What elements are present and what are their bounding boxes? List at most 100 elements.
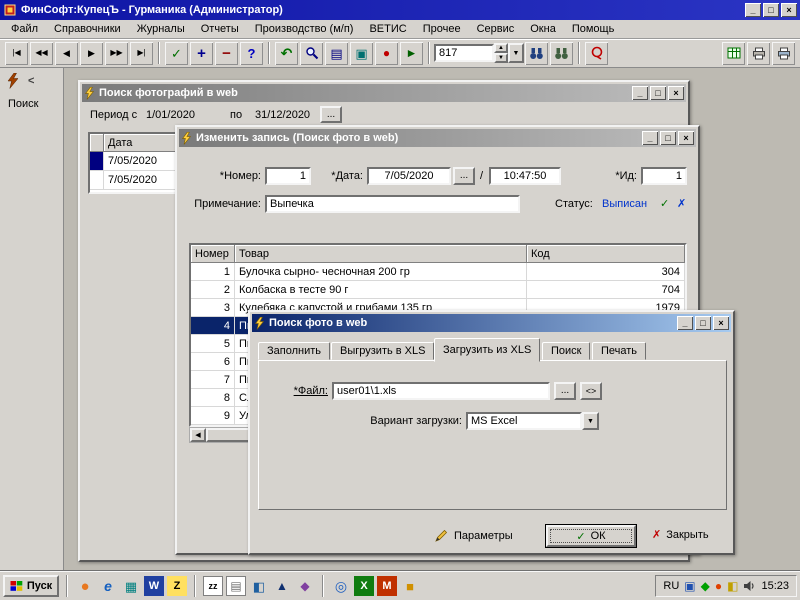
edit-maximize-button[interactable]: □ [660, 131, 676, 145]
nav-next-button[interactable]: ▶ [80, 42, 103, 65]
help-button[interactable]: ? [240, 42, 263, 65]
dialog-maximize-button[interactable]: □ [695, 316, 711, 330]
edit-minimize-button[interactable]: _ [642, 131, 658, 145]
dialog-minimize-button[interactable]: _ [677, 316, 693, 330]
id-input[interactable]: 1 [641, 167, 687, 185]
monitor-button[interactable]: ▣ [350, 42, 373, 65]
select-tool-button[interactable] [585, 42, 608, 65]
taskbar-app-word[interactable]: W [144, 576, 164, 596]
table-row[interactable]: 2 Колбаска в тесте 90 г 704 [191, 281, 685, 299]
taskbar-app-doc[interactable]: ▤ [226, 576, 246, 596]
tray-icon-blue[interactable]: ▣ [684, 579, 695, 593]
nav-prev-fast-button[interactable]: ◀◀ [30, 42, 53, 65]
taskbar-app-excel[interactable]: X [354, 576, 374, 596]
app-icon[interactable] [3, 3, 17, 17]
tray-icon-red[interactable]: ● [715, 579, 722, 593]
taskbar-app-notes[interactable]: Z [167, 576, 187, 596]
period-from-value[interactable]: 1/01/2020 [146, 109, 195, 121]
start-button[interactable]: Пуск [3, 575, 59, 597]
tray-icon-green[interactable]: ◆ [701, 579, 710, 593]
tab-search[interactable]: Поиск [542, 342, 590, 360]
tab-import-xls[interactable]: Загрузить из XLS [434, 338, 540, 362]
sidebar-item-search[interactable]: Поиск [0, 94, 63, 114]
tray-icon-yellow[interactable]: ◧ [727, 579, 738, 593]
date-column-header[interactable]: Дата [104, 134, 176, 152]
column-header-code[interactable]: Код [527, 245, 685, 263]
tab-print[interactable]: Печать [592, 342, 646, 360]
menu-service[interactable]: Сервис [470, 21, 522, 37]
period-ellipsis-button[interactable]: ... [320, 106, 342, 123]
menu-other[interactable]: Прочее [416, 21, 468, 37]
taskbar-app-desktop[interactable]: ▦ [121, 576, 141, 596]
edit-window-titlebar[interactable]: Изменить запись (Поиск фото в web) _ □ × [179, 129, 696, 147]
taskbar-app-diamond[interactable]: ◆ [295, 576, 315, 596]
menu-help[interactable]: Помощь [565, 21, 622, 37]
menu-production[interactable]: Производство (м/п) [248, 21, 361, 37]
date-input[interactable]: 7/05/2020 [367, 167, 451, 185]
photos-close-button[interactable]: × [668, 86, 684, 100]
confirm-button[interactable]: ✓ [165, 42, 188, 65]
photos-maximize-button[interactable]: □ [650, 86, 666, 100]
file-swap-button[interactable]: <> [580, 382, 602, 400]
clock[interactable]: 15:23 [761, 580, 789, 592]
menu-reports[interactable]: Отчеты [194, 21, 246, 37]
main-close-button[interactable]: × [781, 3, 797, 17]
table-view-button[interactable] [722, 42, 745, 65]
taskbar-app-calc[interactable]: ◧ [249, 576, 269, 596]
close-dialog-button[interactable]: ✗ Закрыть [652, 528, 709, 541]
taskbar-app-browser[interactable]: ● [75, 576, 95, 596]
delete-record-button[interactable]: − [215, 42, 238, 65]
taskbar-app-triangle[interactable]: ▲ [272, 576, 292, 596]
refresh-button[interactable]: ↶ [275, 42, 298, 65]
nav-next-fast-button[interactable]: ▶▶ [105, 42, 128, 65]
nav-last-button[interactable]: ▶| [130, 42, 153, 65]
menu-journals[interactable]: Журналы [130, 21, 192, 37]
taskbar-app-ms[interactable]: M [377, 576, 397, 596]
menu-file[interactable]: Файл [4, 21, 45, 37]
parameters-button[interactable]: Параметры [434, 528, 513, 543]
record-button[interactable]: ● [375, 42, 398, 65]
language-indicator[interactable]: RU [663, 580, 679, 592]
print-preview-button[interactable] [772, 42, 795, 65]
volume-icon[interactable] [743, 580, 756, 592]
menu-directories[interactable]: Справочники [47, 21, 128, 37]
nav-first-button[interactable]: |◀ [5, 42, 28, 65]
add-record-button[interactable]: + [190, 42, 213, 65]
date-cell[interactable]: 7/05/2020 [104, 152, 176, 171]
sidebar-collapse-button[interactable]: < [28, 75, 34, 87]
date-ellipsis-button[interactable]: ... [453, 167, 475, 185]
record-number-input[interactable]: 817 [434, 44, 494, 62]
dialog-titlebar[interactable]: Поиск фото в web _ □ × [252, 314, 731, 332]
table-row[interactable]: 1 Булочка сырно- чесночная 200 гр 304 [191, 263, 685, 281]
status-set-icon[interactable]: ✓ [660, 197, 669, 210]
tab-fill[interactable]: Заполнить [258, 342, 330, 360]
edit-close-button[interactable]: × [678, 131, 694, 145]
main-titlebar[interactable]: ФинСофт:КупецЪ - Гурманика (Администрато… [0, 0, 800, 20]
note-input[interactable]: Выпечка [265, 195, 520, 213]
taskbar-app-zz[interactable]: zz [203, 576, 223, 596]
dialog-close-button[interactable]: × [713, 316, 729, 330]
taskbar-app-folder[interactable]: ■ [400, 576, 420, 596]
time-input[interactable]: 10:47:50 [489, 167, 561, 185]
nav-prev-button[interactable]: ◀ [55, 42, 78, 65]
find-next-button[interactable] [550, 42, 573, 65]
spin-down-button[interactable]: ▼ [494, 53, 508, 63]
period-to-value[interactable]: 31/12/2020 [255, 109, 310, 121]
column-header-product[interactable]: Товар [235, 245, 527, 263]
photos-minimize-button[interactable]: _ [632, 86, 648, 100]
view-list-button[interactable]: ▤ [325, 42, 348, 65]
menu-vetis[interactable]: ВЕТИС [362, 21, 413, 37]
menu-windows[interactable]: Окна [523, 21, 563, 37]
run-button[interactable]: ► [400, 42, 423, 65]
load-variant-select[interactable]: MS Excel [466, 412, 582, 430]
date-cell[interactable]: 7/05/2020 [104, 171, 176, 190]
zoom-button[interactable] [300, 42, 323, 65]
record-dropdown-button[interactable]: ▼ [508, 43, 524, 63]
status-clear-icon[interactable]: ✗ [677, 197, 686, 210]
find-button[interactable] [525, 42, 548, 65]
tab-export-xls[interactable]: Выгрузить в XLS [331, 342, 434, 360]
photos-window-titlebar[interactable]: Поиск фотографий в web _ □ × [82, 84, 686, 102]
main-maximize-button[interactable]: □ [763, 3, 779, 17]
file-input[interactable]: user01\1.xls [332, 382, 550, 400]
column-header-number[interactable]: Номер [191, 245, 235, 263]
